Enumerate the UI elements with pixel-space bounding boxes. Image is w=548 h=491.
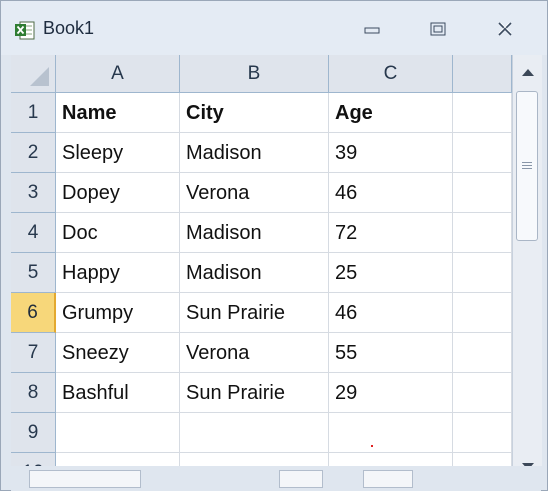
close-icon (498, 22, 512, 36)
column-header-d[interactable] (453, 55, 512, 93)
excel-window: Book1 A B C 1 2 3 4 5 6 7 8 9 Name City … (0, 0, 548, 491)
column-header-c[interactable]: C (329, 55, 453, 93)
cell-b10[interactable] (180, 453, 329, 466)
cell-a1[interactable]: Name (56, 93, 180, 133)
cell-c1[interactable]: Age (329, 93, 453, 133)
cell-b6[interactable]: Sun Prairie (180, 293, 329, 333)
row-header-1[interactable]: 1 (11, 93, 56, 133)
grip-line-2 (522, 165, 532, 166)
row-header-3[interactable]: 3 (11, 173, 56, 213)
cell-d7[interactable] (453, 333, 512, 373)
cell-a6[interactable]: Grumpy (56, 293, 180, 333)
cell-d9[interactable] (453, 413, 512, 453)
cell-b2[interactable]: Madison (180, 133, 329, 173)
cell-b9[interactable] (180, 413, 329, 453)
cell-c8[interactable]: 29 (329, 373, 453, 413)
minimize-icon (364, 27, 380, 34)
close-button[interactable] (489, 15, 521, 43)
cell-d2[interactable] (453, 133, 512, 173)
cell-c10[interactable] (329, 453, 453, 466)
title-bar: Book1 (1, 1, 547, 55)
cell-a5[interactable]: Happy (56, 253, 180, 293)
window-title: Book1 (43, 18, 95, 38)
row-header-5[interactable]: 5 (11, 253, 56, 293)
row-header-8[interactable]: 8 (11, 373, 56, 413)
cell-b5[interactable]: Madison (180, 253, 329, 293)
row-header-6[interactable]: 6 (11, 293, 56, 333)
cell-d5[interactable] (453, 253, 512, 293)
row-header-9[interactable]: 9 (11, 413, 56, 453)
select-all-corner[interactable] (11, 55, 56, 93)
cell-b7[interactable]: Verona (180, 333, 329, 373)
cell-a7[interactable]: Sneezy (56, 333, 180, 373)
row-header-2[interactable]: 2 (11, 133, 56, 173)
cell-d1[interactable] (453, 93, 512, 133)
cell-a4[interactable]: Doc (56, 213, 180, 253)
triangle-up-icon (521, 68, 534, 76)
horizontal-scrollbar[interactable] (279, 470, 323, 488)
excel-icon[interactable] (15, 21, 35, 40)
cell-c5[interactable]: 25 (329, 253, 453, 293)
cell-a3[interactable]: Dopey (56, 173, 180, 213)
cell-a10[interactable] (56, 453, 180, 466)
cell-d4[interactable] (453, 213, 512, 253)
sheet-tab[interactable] (29, 470, 141, 488)
cell-c4[interactable]: 72 (329, 213, 453, 253)
stray-mark (371, 445, 373, 447)
cell-c2[interactable]: 39 (329, 133, 453, 173)
column-header-a[interactable]: A (56, 55, 180, 93)
horizontal-scroll-thumb[interactable] (363, 470, 413, 488)
cell-d3[interactable] (453, 173, 512, 213)
cell-a2[interactable]: Sleepy (56, 133, 180, 173)
row-header-7[interactable]: 7 (11, 333, 56, 373)
cell-c7[interactable]: 55 (329, 333, 453, 373)
scroll-up-button[interactable] (517, 61, 538, 83)
cell-a9[interactable] (56, 413, 180, 453)
cell-d8[interactable] (453, 373, 512, 413)
cell-c9[interactable] (329, 413, 453, 453)
cell-c3[interactable]: 46 (329, 173, 453, 213)
cell-a8[interactable]: Bashful (56, 373, 180, 413)
cell-c6[interactable]: 46 (329, 293, 453, 333)
minimize-button[interactable] (356, 15, 388, 43)
sheet-tab-strip (11, 466, 541, 491)
scrollbar-thumb[interactable] (516, 91, 538, 241)
maximize-button[interactable] (422, 15, 454, 43)
cell-b3[interactable]: Verona (180, 173, 329, 213)
row-header-10[interactable]: 10 (11, 453, 56, 466)
vertical-scrollbar[interactable] (512, 55, 542, 470)
spreadsheet-grid[interactable]: A B C 1 2 3 4 5 6 7 8 9 10 Name City Age… (11, 55, 512, 466)
cell-b1[interactable]: City (180, 93, 329, 133)
cell-b4[interactable]: Madison (180, 213, 329, 253)
grip-line-3 (522, 168, 532, 169)
maximize-icon (430, 22, 446, 36)
cell-d6[interactable] (453, 293, 512, 333)
grip-line-1 (522, 162, 532, 163)
cell-d10[interactable] (453, 453, 512, 466)
cell-b8[interactable]: Sun Prairie (180, 373, 329, 413)
row-header-4[interactable]: 4 (11, 213, 56, 253)
column-header-b[interactable]: B (180, 55, 329, 93)
